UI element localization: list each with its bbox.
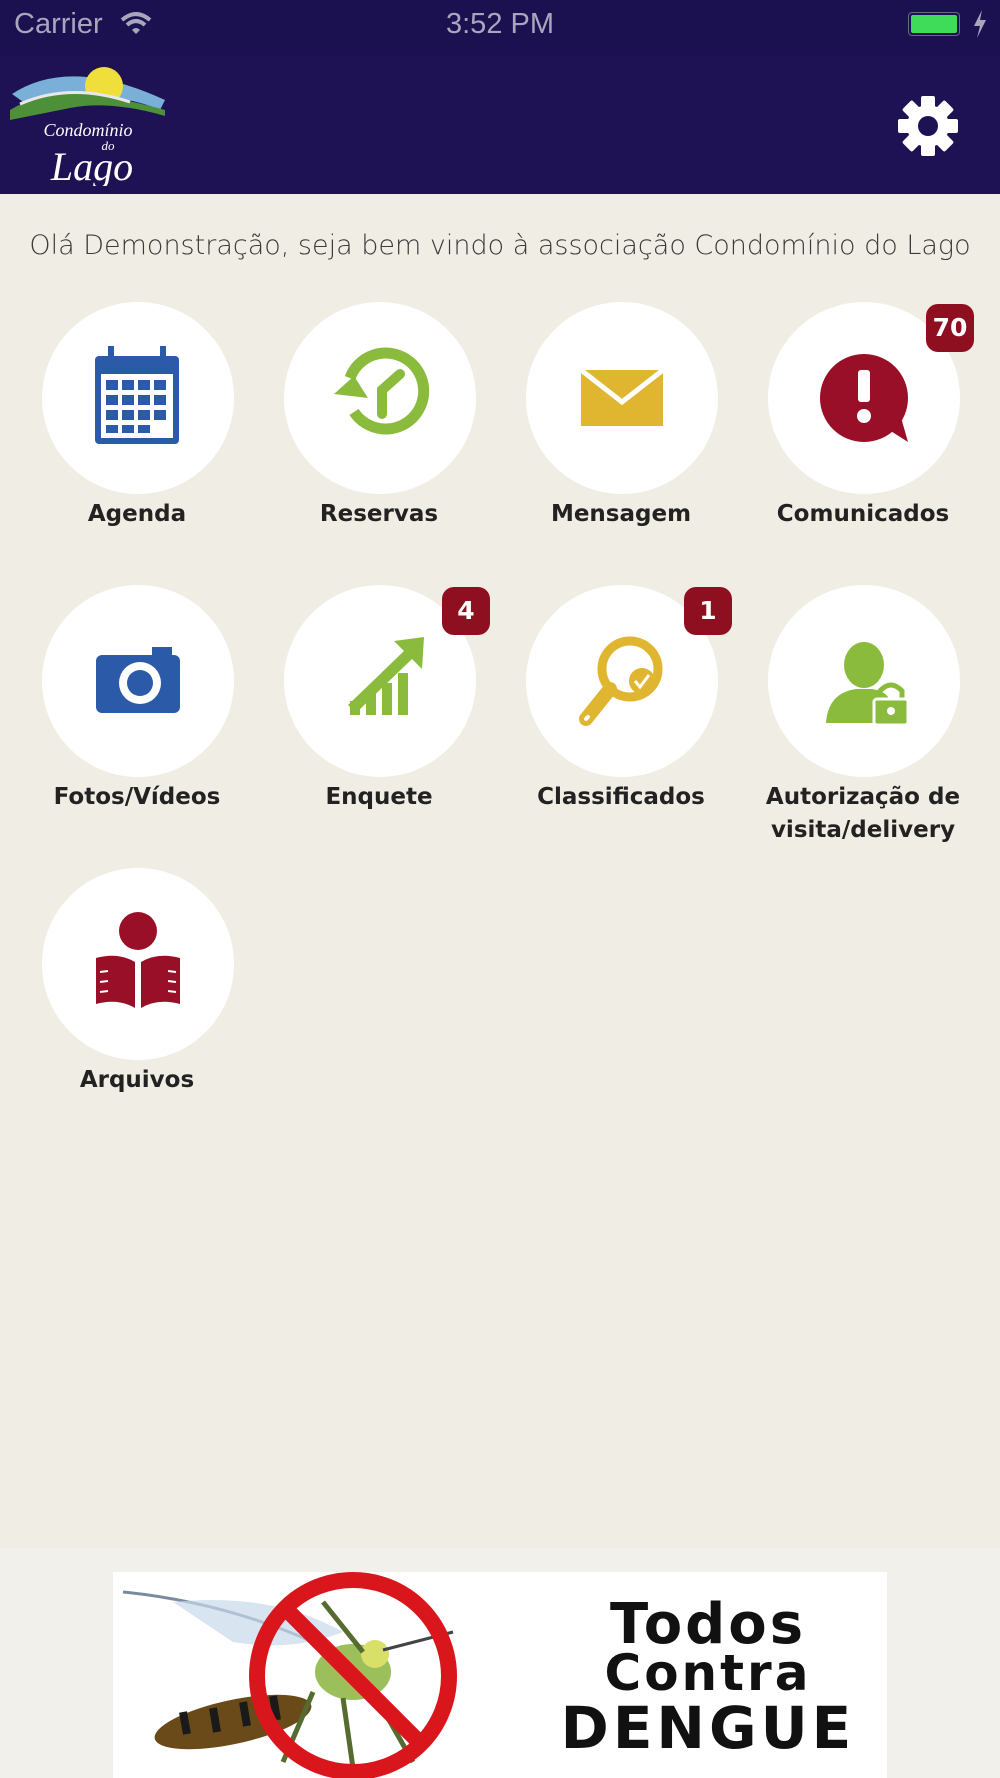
person-lock-icon [826, 642, 910, 727]
unread-count-badge: 70 [926, 304, 974, 352]
menu-label: Arquivos [79, 1067, 195, 1093]
menu-icon-circle [768, 585, 960, 777]
menu-label: Enquete [325, 784, 433, 810]
condominio-logo: Condomínio do Lago [10, 64, 165, 190]
clock-refresh-icon [334, 347, 430, 435]
camera-icon [96, 647, 180, 713]
menu-icon-circle [42, 302, 234, 494]
menu-icon-circle [526, 302, 718, 494]
ad-banner-dengue[interactable]: Todos Contra DENGUE [113, 1572, 887, 1778]
svg-text:Condomínio: Condomínio [43, 120, 132, 140]
reader-book-icon [96, 912, 180, 1008]
charging-bolt-icon [972, 10, 988, 42]
menu-label: Agenda [87, 501, 187, 527]
menu-icon-circle [42, 585, 234, 777]
menu-label-line: visita/delivery [770, 817, 956, 843]
settings-button[interactable] [896, 94, 960, 158]
envelope-icon [579, 368, 665, 426]
app-header: Condomínio do Lago [0, 56, 1000, 194]
gear-icon [898, 96, 958, 156]
menu-label: Comunicados [776, 501, 950, 527]
menu-label: Reservas [319, 501, 439, 527]
menu-label: Autorização de visita/delivery [742, 781, 984, 847]
calendar-icon [95, 346, 179, 444]
menu-label: Classificados [537, 784, 705, 810]
ad-text-line: DENGUE [560, 1694, 856, 1762]
clock-label: 3:52 PM [446, 8, 554, 40]
menu-icon-circle [284, 302, 476, 494]
poll-count-badge: 4 [442, 587, 490, 635]
status-bar: Carrier 3:52 PM [0, 0, 1000, 56]
welcome-message: Olá Demonstração, seja bem vindo à assoc… [29, 230, 971, 261]
menu-icon-circle [42, 868, 234, 1060]
svg-text:Lago: Lago [50, 144, 133, 186]
menu-label: Fotos/Vídeos [53, 784, 221, 810]
no-mosquito-icon [122, 1572, 457, 1778]
classified-count-badge: 1 [684, 587, 732, 635]
menu-label: Mensagem [550, 501, 692, 527]
battery-icon [908, 12, 960, 36]
menu-label-line: Autorização de [765, 784, 961, 810]
